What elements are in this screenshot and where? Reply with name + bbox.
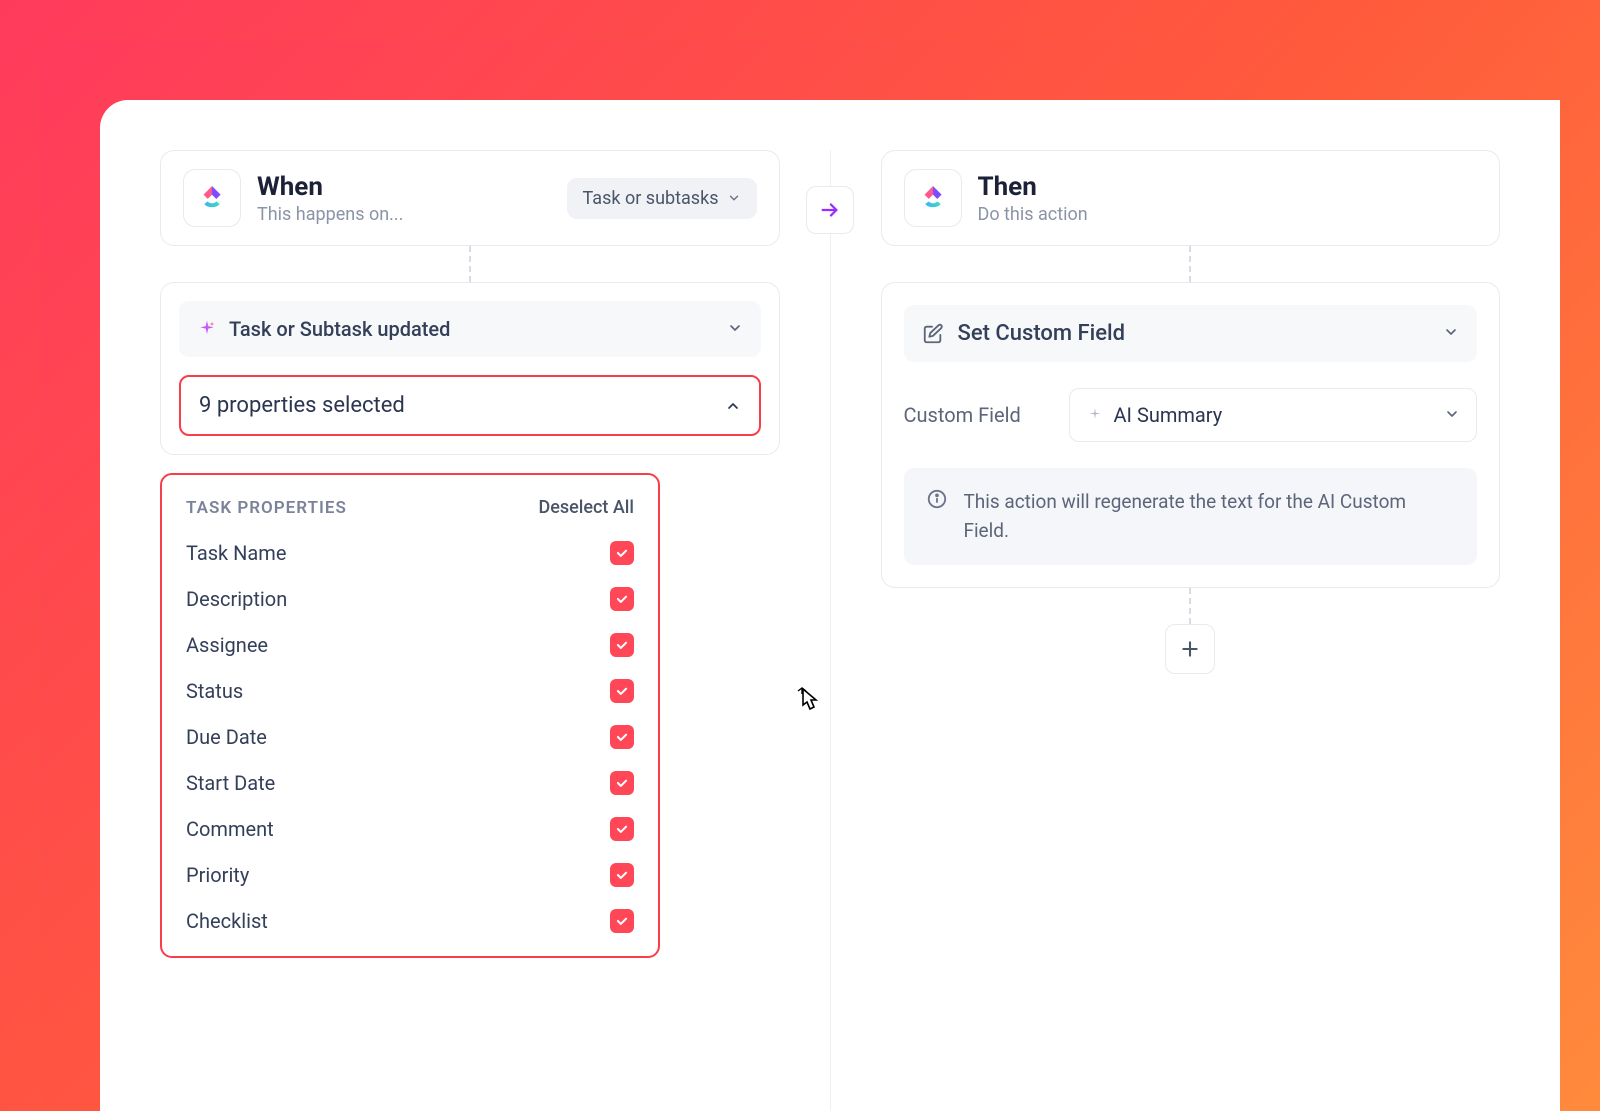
- property-row[interactable]: Comment: [186, 806, 634, 852]
- connector-line: [1189, 588, 1191, 624]
- property-label: Comment: [186, 817, 274, 841]
- scope-selector[interactable]: Task or subtasks: [567, 178, 757, 219]
- trigger-selector[interactable]: Task or Subtask updated: [179, 301, 761, 357]
- when-title: When: [257, 172, 403, 202]
- deselect-all-button[interactable]: Deselect All: [538, 497, 634, 518]
- property-label: Start Date: [186, 771, 275, 795]
- property-label: Priority: [186, 863, 249, 887]
- connector-line: [1189, 246, 1191, 282]
- custom-field-label: Custom Field: [904, 403, 1049, 427]
- then-title: Then: [978, 172, 1088, 202]
- then-card: Then Do this action: [881, 150, 1501, 246]
- add-action-button[interactable]: [1165, 624, 1215, 674]
- trigger-card: Task or Subtask updated 9 properties sel…: [160, 282, 780, 455]
- property-row[interactable]: Priority: [186, 852, 634, 898]
- property-label: Due Date: [186, 725, 267, 749]
- checkbox-checked[interactable]: [610, 817, 634, 841]
- connector-line: [469, 246, 471, 282]
- pointer-cursor-icon: [794, 686, 824, 722]
- checkbox-checked[interactable]: [610, 587, 634, 611]
- property-row[interactable]: Task Name: [186, 530, 634, 576]
- property-row[interactable]: Start Date: [186, 760, 634, 806]
- property-label: Assignee: [186, 633, 268, 657]
- checkbox-checked[interactable]: [610, 725, 634, 749]
- property-label: Status: [186, 679, 243, 703]
- checkbox-checked[interactable]: [610, 771, 634, 795]
- property-row[interactable]: Checklist: [186, 898, 634, 944]
- property-label: Task Name: [186, 541, 286, 565]
- property-row[interactable]: Assignee: [186, 622, 634, 668]
- custom-field-selector[interactable]: AI Summary: [1069, 388, 1478, 442]
- sparkle-icon: [1086, 406, 1104, 424]
- checkbox-checked[interactable]: [610, 541, 634, 565]
- properties-summary-select[interactable]: 9 properties selected: [179, 375, 761, 436]
- clickup-logo: [904, 169, 962, 227]
- checkbox-checked[interactable]: [610, 863, 634, 887]
- when-card: When This happens on... Task or subtasks: [160, 150, 780, 246]
- property-label: Description: [186, 587, 287, 611]
- action-card: Set Custom Field Custom Field AI Summary: [881, 282, 1501, 588]
- dropdown-heading: TASK PROPERTIES: [186, 498, 347, 518]
- automation-panel: When This happens on... Task or subtasks…: [100, 100, 1560, 1111]
- when-subtitle: This happens on...: [257, 204, 403, 225]
- checkbox-checked[interactable]: [610, 633, 634, 657]
- then-subtitle: Do this action: [978, 204, 1088, 225]
- task-properties-dropdown: TASK PROPERTIES Deselect All Task Name De…: [160, 473, 660, 958]
- edit-icon: [922, 323, 944, 345]
- clickup-logo: [183, 169, 241, 227]
- sparkle-icon: [197, 319, 217, 339]
- property-row[interactable]: Status: [186, 668, 634, 714]
- info-message: This action will regenerate the text for…: [904, 468, 1478, 565]
- property-label: Checklist: [186, 909, 268, 933]
- checkbox-checked[interactable]: [610, 909, 634, 933]
- action-selector[interactable]: Set Custom Field: [904, 305, 1478, 362]
- checkbox-checked[interactable]: [610, 679, 634, 703]
- property-row[interactable]: Due Date: [186, 714, 634, 760]
- flow-arrow: [806, 186, 854, 234]
- property-row[interactable]: Description: [186, 576, 634, 622]
- info-icon: [926, 488, 948, 510]
